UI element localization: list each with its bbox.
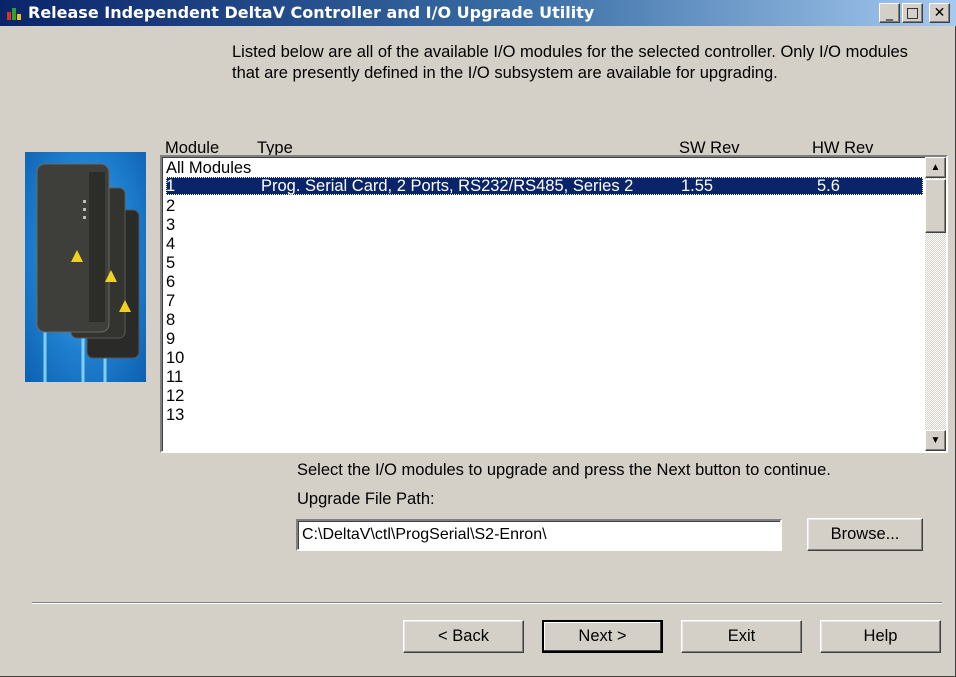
module-cell: All Modules	[166, 159, 252, 177]
close-button[interactable]: ✕	[929, 3, 950, 23]
controller-hardware-image	[36, 163, 140, 382]
module-cell: 1	[166, 177, 176, 195]
module-cell: 13	[166, 406, 185, 424]
title-bar[interactable]: Release Independent DeltaV Controller an…	[0, 0, 956, 26]
module-cell: 5	[166, 254, 176, 272]
arrow-up-icon: ▲	[930, 162, 941, 173]
scroll-down-button[interactable]: ▼	[925, 430, 946, 451]
select-instructions: Select the I/O modules to upgrade and pr…	[297, 461, 831, 479]
sw-rev-cell: 1.55	[681, 177, 714, 195]
vertical-scrollbar[interactable]: ▲ ▼	[925, 157, 946, 451]
button-separator	[32, 602, 942, 604]
minimize-button[interactable]: _	[879, 3, 900, 23]
module-cell: 6	[166, 273, 176, 291]
module-cell: 11	[166, 368, 184, 386]
list-item-module-1[interactable]: 1 Prog. Serial Card, 2 Ports, RS232/RS48…	[166, 177, 923, 195]
module-cell: 3	[166, 216, 176, 234]
next-button[interactable]: Next >	[542, 620, 663, 653]
help-button[interactable]: Help	[820, 620, 941, 653]
module-cell: 4	[166, 235, 176, 253]
module-cell: 8	[166, 311, 176, 329]
module-list[interactable]: All Modules 1 Prog. Serial Card, 2 Ports…	[160, 155, 948, 453]
scroll-up-button[interactable]: ▲	[925, 157, 946, 178]
maximize-button[interactable]: □	[902, 3, 923, 23]
upgrade-path-input[interactable]	[296, 519, 782, 551]
module-cell: 7	[166, 292, 176, 310]
window-title: Release Independent DeltaV Controller an…	[28, 3, 595, 22]
module-cell: 9	[166, 330, 176, 348]
arrow-down-icon: ▼	[930, 435, 941, 446]
browse-button[interactable]: Browse...	[807, 518, 923, 551]
back-button[interactable]: < Back	[403, 620, 524, 653]
controller-photo	[25, 152, 146, 382]
module-cell: 10	[166, 349, 185, 367]
module-cell: 12	[166, 387, 185, 405]
type-cell: Prog. Serial Card, 2 Ports, RS232/RS485,…	[261, 177, 634, 195]
scrollbar-thumb[interactable]	[925, 179, 946, 233]
instructions-text: Listed below are all of the available I/…	[232, 43, 908, 82]
upgrade-path-label: Upgrade File Path:	[297, 490, 435, 508]
hw-rev-cell: 5.6	[817, 177, 840, 195]
exit-button[interactable]: Exit	[681, 620, 802, 653]
app-icon	[7, 8, 21, 20]
module-cell: 2	[166, 197, 176, 215]
upgrade-utility-window: Release Independent DeltaV Controller an…	[0, 0, 956, 677]
